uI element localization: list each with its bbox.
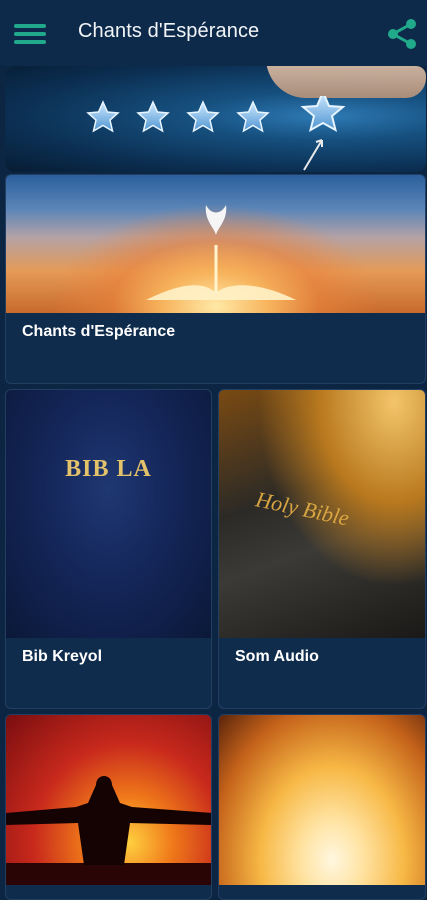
star-icon <box>236 100 270 133</box>
heavenly-light-image <box>219 715 425 885</box>
christ-statue-image <box>6 715 211 885</box>
bible-cover-image: BIB LA <box>6 390 211 638</box>
card-chants-desperance[interactable]: Chants d'Espérance <box>5 174 426 384</box>
app-title: Chants d'Espérance <box>78 20 260 42</box>
holy-bible-image: Holy Bible <box>219 390 425 638</box>
card-label: Bib Kreyol <box>22 648 103 665</box>
christ-statue-silhouette-icon <box>6 776 211 885</box>
star-icon <box>86 100 120 133</box>
dove-icon <box>146 205 296 300</box>
card-heavenly-light[interactable] <box>218 714 426 900</box>
hamburger-menu-icon[interactable] <box>14 22 46 46</box>
star-icon <box>186 100 220 133</box>
bible-cover-text: BIB LA <box>65 456 152 482</box>
arrow-cursor-icon <box>303 139 323 171</box>
rate-app-banner[interactable] <box>5 66 426 172</box>
share-icon[interactable] <box>386 18 418 50</box>
star-icon <box>136 100 170 133</box>
card-label: Chants d'Espérance <box>22 323 176 340</box>
dove-sunrise-image <box>6 175 425 313</box>
card-label: Som Audio <box>235 648 319 665</box>
card-christ-sunset[interactable] <box>5 714 212 900</box>
holy-bible-cover-text: Holy Bible <box>253 486 352 531</box>
app-bar: Chants d'Espérance <box>0 0 427 66</box>
card-bib-kreyol[interactable]: BIB LA Bib Kreyol <box>5 389 212 709</box>
star-icon <box>300 96 346 133</box>
hand-image <box>266 66 426 98</box>
card-som-audio[interactable]: Holy Bible Som Audio <box>218 389 426 709</box>
